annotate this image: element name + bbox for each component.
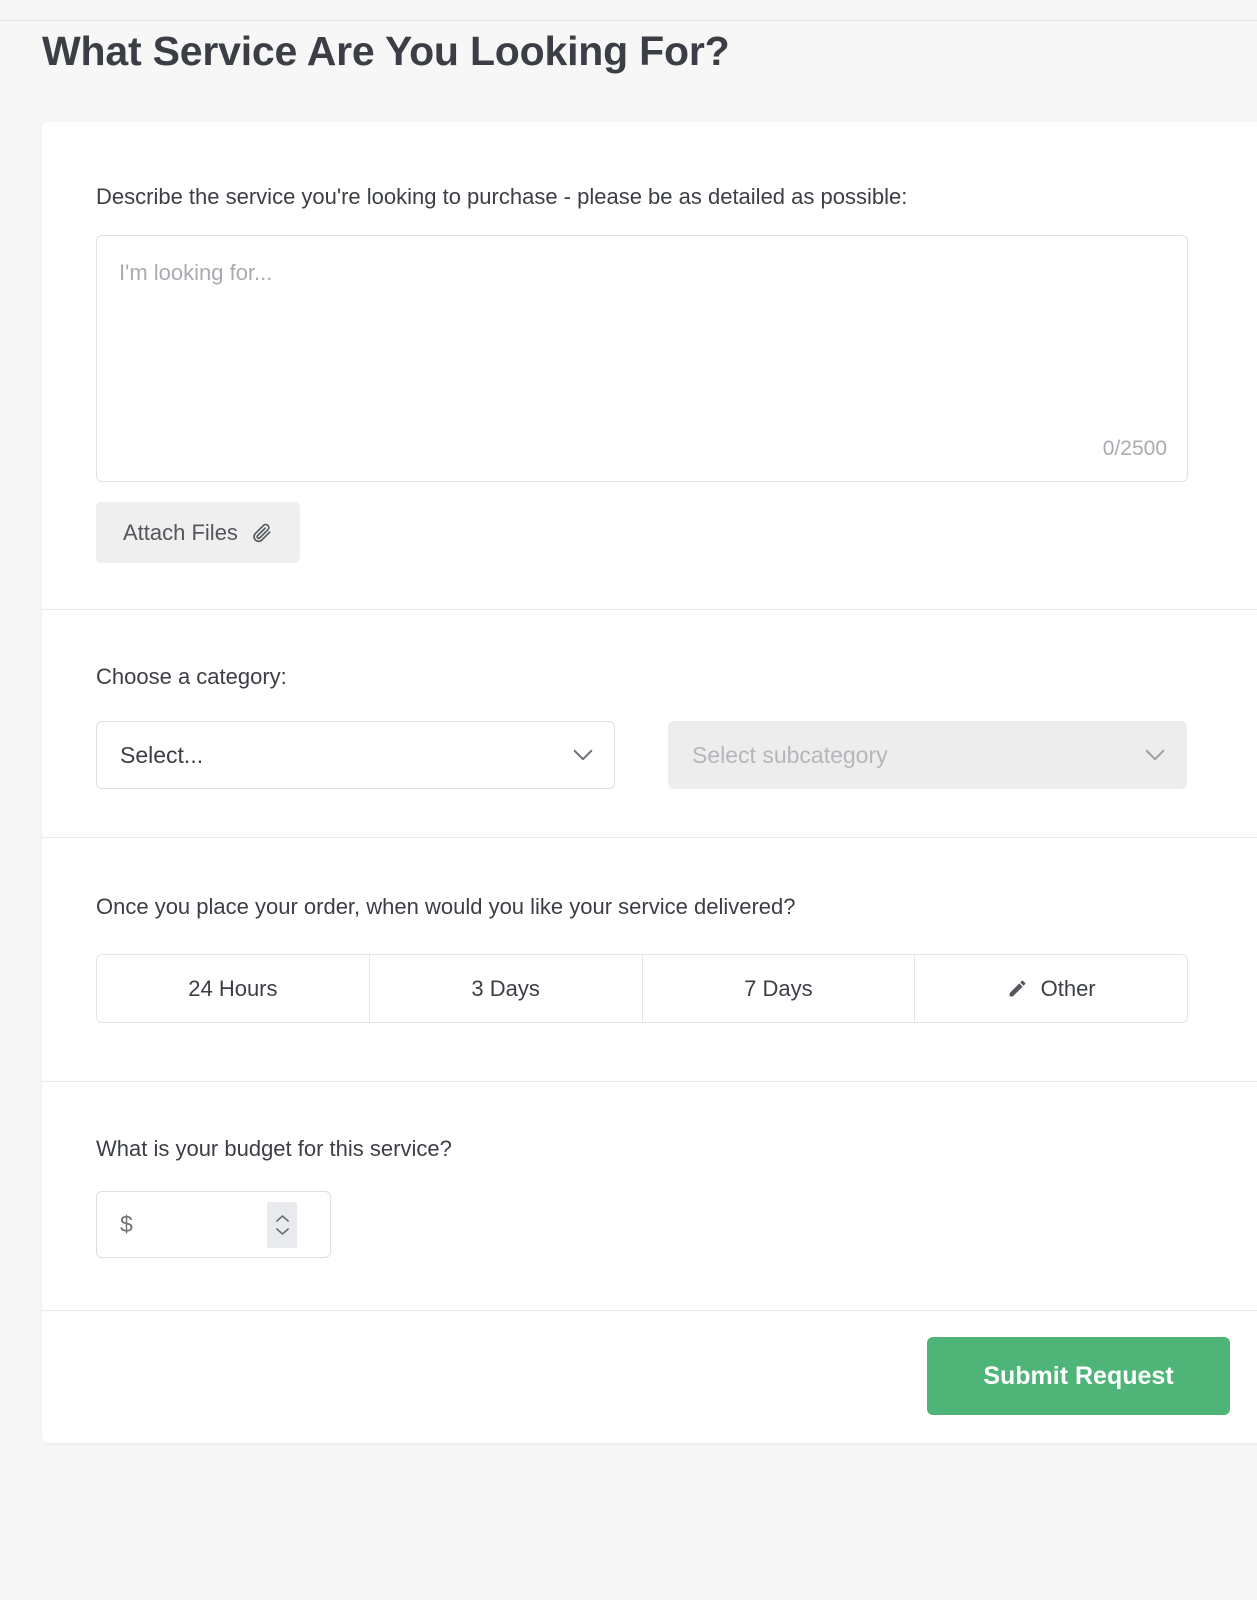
attach-files-label: Attach Files xyxy=(123,519,238,545)
chevron-down-icon xyxy=(573,749,593,761)
category-select[interactable]: Select... xyxy=(96,721,615,789)
describe-section: Describe the service you're looking to p… xyxy=(42,122,1257,609)
delivery-label: Once you place your order, when would yo… xyxy=(96,894,796,919)
delivery-option-3-days[interactable]: 3 Days xyxy=(369,955,643,1022)
service-description-input[interactable]: I'm looking for... 0/2500 xyxy=(96,235,1188,482)
budget-label: What is your budget for this service? xyxy=(96,1136,452,1161)
chevron-down-icon xyxy=(1145,749,1165,761)
delivery-option-label: 7 Days xyxy=(744,975,813,1001)
describe-label: Describe the service you're looking to p… xyxy=(96,184,908,209)
category-label: Choose a category: xyxy=(96,664,287,689)
delivery-option-7-days[interactable]: 7 Days xyxy=(642,955,916,1022)
subcategory-select-value: Select subcategory xyxy=(692,741,888,768)
budget-section: What is your budget for this service? $ xyxy=(42,1082,1257,1310)
delivery-option-label: Other xyxy=(1040,975,1096,1001)
delivery-options-group: 24 Hours 3 Days 7 Days Other xyxy=(96,954,1188,1023)
delivery-option-label: 24 Hours xyxy=(188,975,278,1001)
delivery-option-other[interactable]: Other xyxy=(915,955,1187,1022)
submit-request-button[interactable]: Submit Request xyxy=(927,1337,1230,1415)
attach-files-button[interactable]: Attach Files xyxy=(96,502,300,563)
service-request-card: Describe the service you're looking to p… xyxy=(42,122,1257,1443)
delivery-option-24-hours[interactable]: 24 Hours xyxy=(97,955,370,1022)
category-section: Choose a category: Select... Select subc… xyxy=(42,610,1257,837)
service-description-placeholder: I'm looking for... xyxy=(119,260,273,285)
paperclip-icon xyxy=(251,520,273,546)
stepper-up-icon xyxy=(275,1214,289,1222)
top-divider xyxy=(0,20,1257,21)
page-root: What Service Are You Looking For? Descri… xyxy=(0,0,1257,1600)
pencil-icon xyxy=(1007,978,1028,999)
budget-amount-input[interactable]: $ xyxy=(96,1191,331,1258)
budget-stepper[interactable] xyxy=(267,1201,297,1248)
page-title: What Service Are You Looking For? xyxy=(42,28,730,74)
subcategory-select[interactable]: Select subcategory xyxy=(668,721,1187,789)
stepper-down-icon xyxy=(275,1227,289,1235)
category-selects-row: Select... Select subcategory xyxy=(96,721,1218,789)
currency-symbol: $ xyxy=(120,1211,133,1237)
character-counter: 0/2500 xyxy=(1102,437,1167,460)
delivery-section: Once you place your order, when would yo… xyxy=(42,838,1257,1081)
category-select-value: Select... xyxy=(120,741,204,768)
card-footer: Submit Request xyxy=(42,1311,1257,1443)
delivery-option-label: 3 Days xyxy=(471,975,540,1001)
